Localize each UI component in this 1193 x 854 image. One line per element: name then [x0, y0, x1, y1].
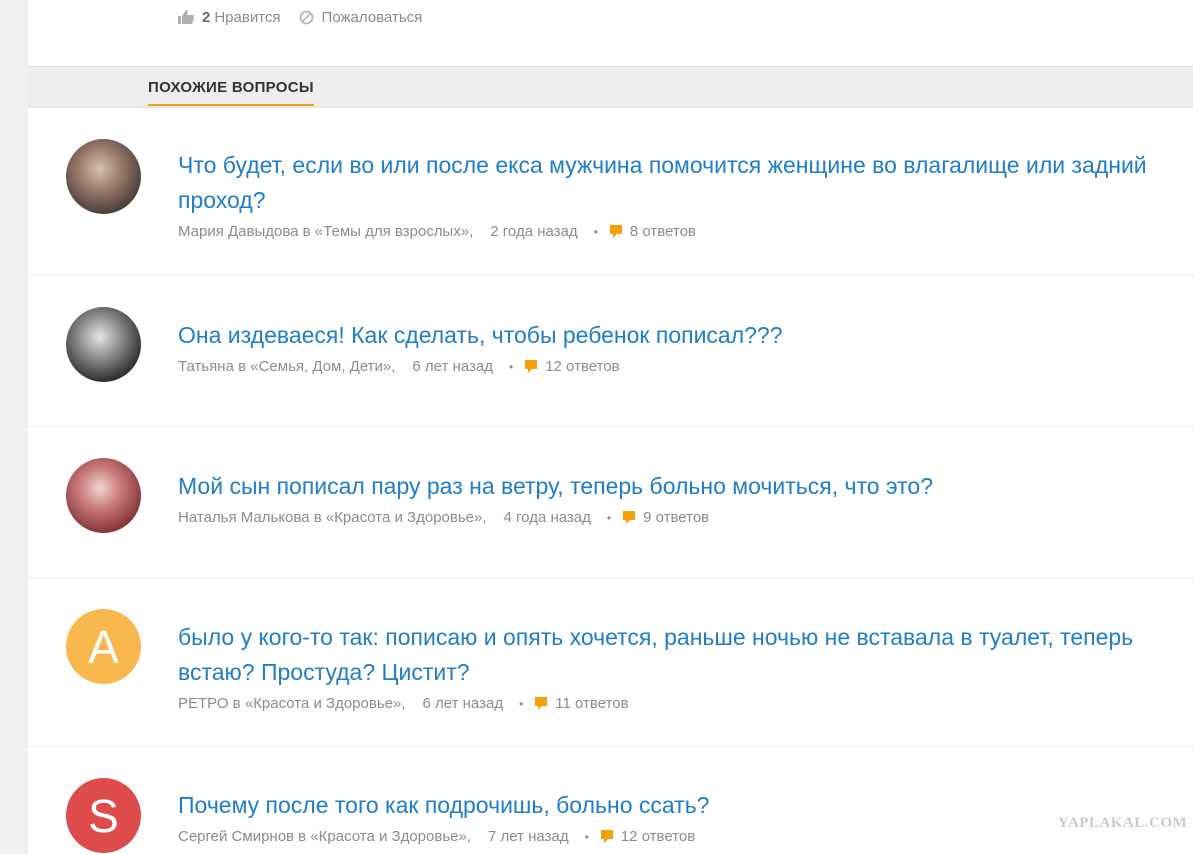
question-meta: Мария Давыдова в «Темы для взрослых», 2 г…: [178, 223, 696, 240]
time-ago: 6 лет назад: [412, 358, 493, 375]
block-icon: [299, 10, 313, 24]
question-title-link[interactable]: Почему после того как подрочишь, больно …: [178, 788, 1167, 823]
avatar[interactable]: [66, 458, 141, 533]
comment-icon: [609, 224, 622, 238]
question-item: Она издеваеся! Как сделать, чтобы ребено…: [28, 276, 1193, 427]
separator-dot: •: [606, 510, 612, 525]
page: 2 Нравится Пожаловаться ПОХОЖИЕ ВОПРОСЫ …: [28, 0, 1193, 854]
avatar[interactable]: [66, 139, 141, 214]
separator-dot: •: [584, 829, 589, 844]
answers-link[interactable]: 8 ответов: [609, 223, 696, 240]
like-button[interactable]: 2 Нравится: [178, 9, 281, 26]
avatar[interactable]: [66, 307, 141, 382]
separator-dot: •: [509, 359, 514, 374]
question-item: Мой сын пописал пару раз на ветру, тепер…: [28, 427, 1193, 578]
answers-count: 8 ответов: [629, 223, 696, 240]
watermark: YAPLAKAL.COM: [1058, 815, 1188, 831]
question-actions: 2 Нравится Пожаловаться: [178, 6, 440, 28]
avatar[interactable]: S: [66, 778, 141, 853]
time-ago: 4 года назад: [503, 509, 591, 526]
answers-link[interactable]: 12 ответов: [600, 828, 696, 845]
author-category[interactable]: Наталья Малькова в «Красота и Здоровье»,: [178, 509, 487, 526]
question-title-link[interactable]: Мой сын пописал пару раз на ветру, тепер…: [178, 469, 1167, 504]
question-title-link[interactable]: Она издеваеся! Как сделать, чтобы ребено…: [178, 318, 1167, 353]
thumbs-up-icon: [178, 10, 194, 24]
author-category[interactable]: РЕТРО в «Красота и Здоровье»,: [178, 695, 406, 712]
answers-link[interactable]: 12 ответов: [525, 358, 620, 375]
time-ago: 2 года назад: [490, 223, 578, 240]
answers-count: 11 ответов: [555, 695, 629, 712]
answers-count: 12 ответов: [545, 358, 620, 375]
question-meta: РЕТРО в «Красота и Здоровье», 6 лет назад…: [178, 695, 629, 712]
comment-icon: [535, 696, 548, 710]
answers-count: 9 ответов: [643, 509, 710, 526]
time-ago: 7 лет назад: [488, 828, 569, 845]
comment-icon: [600, 829, 613, 843]
like-label: Нравится: [214, 8, 281, 26]
comment-icon: [525, 359, 538, 373]
separator-dot: •: [593, 224, 598, 239]
author-category[interactable]: Сергей Смирнов в «Красота и Здоровье»,: [178, 828, 471, 845]
section-header: ПОХОЖИЕ ВОПРОСЫ: [28, 66, 1193, 108]
report-button[interactable]: Пожаловаться: [299, 8, 423, 26]
answers-count: 12 ответов: [620, 828, 696, 845]
question-meta: Наталья Малькова в «Красота и Здоровье»,…: [178, 509, 709, 526]
question-title-link[interactable]: было у кого-то так: пописаю и опять хоче…: [178, 620, 1167, 690]
question-meta: Татьяна в «Семья, Дом, Дети», 6 лет назад…: [178, 358, 620, 375]
question-title-link[interactable]: Что будет, если во или после екса мужчин…: [178, 148, 1167, 218]
time-ago: 6 лет назад: [422, 695, 504, 712]
author-category[interactable]: Татьяна в «Семья, Дом, Дети»,: [178, 358, 395, 375]
question-item: S Почему после того как подрочишь, больно…: [28, 747, 1193, 854]
comment-icon: [623, 510, 636, 524]
tab-similar-questions[interactable]: ПОХОЖИЕ ВОПРОСЫ: [148, 79, 314, 106]
avatar[interactable]: A: [66, 609, 141, 684]
author-category[interactable]: Мария Давыдова в «Темы для взрослых»,: [178, 223, 473, 240]
answers-link[interactable]: 11 ответов: [535, 695, 629, 712]
question-meta: Сергей Смирнов в «Красота и Здоровье», 7 …: [178, 828, 695, 845]
report-label: Пожаловаться: [321, 8, 423, 26]
like-count: 2: [202, 8, 211, 26]
separator-dot: •: [519, 696, 524, 711]
question-item: Aбыло у кого-то так: пописаю и опять хоч…: [28, 578, 1193, 747]
question-item: Что будет, если во или после екса мужчин…: [28, 108, 1193, 276]
answers-link[interactable]: 9 ответов: [623, 509, 709, 526]
